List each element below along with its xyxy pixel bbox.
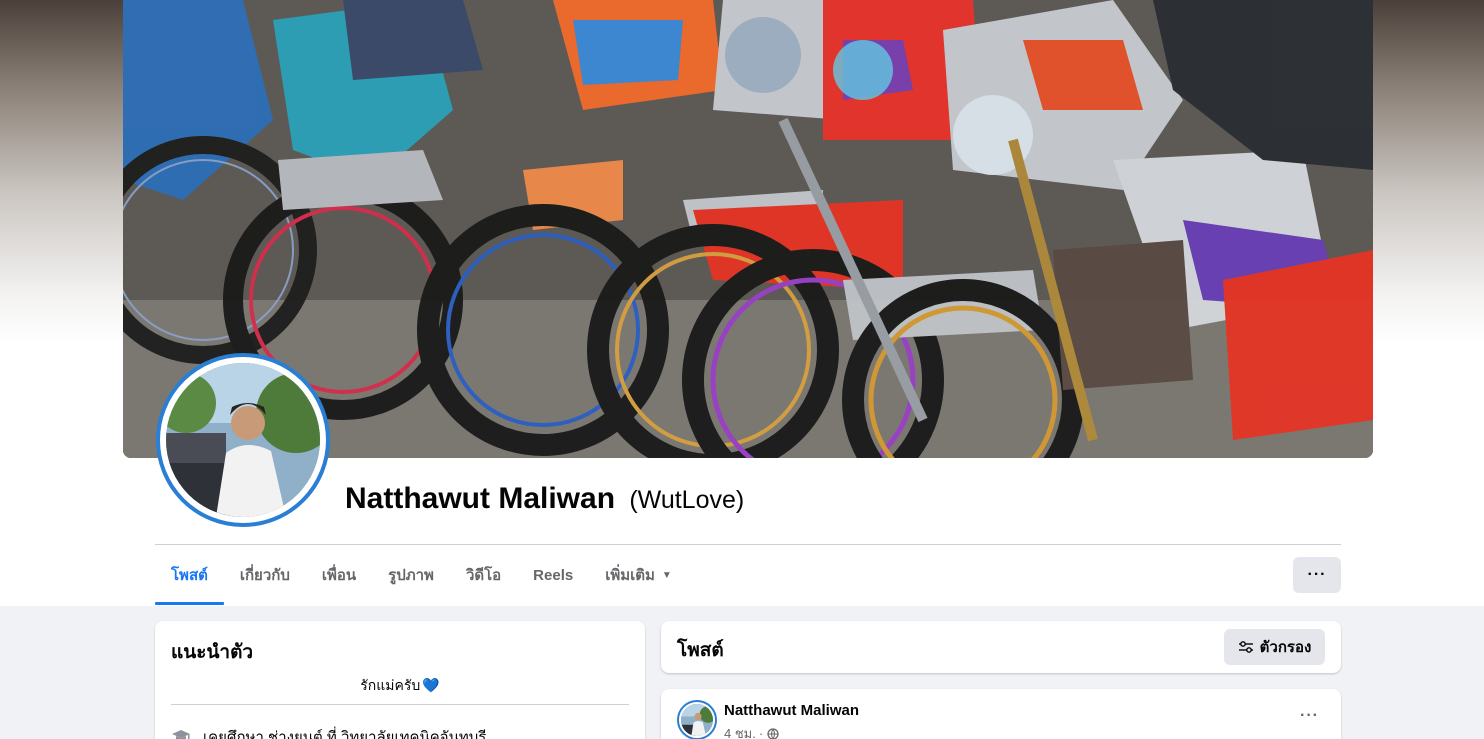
post-author-avatar[interactable] (677, 700, 717, 739)
intro-card: แนะนำตัว รักแม่ครับ 💙 เคยศึกษา ช่างยนต์ ท… (155, 621, 645, 739)
tab-videos[interactable]: วิดีโอ (450, 545, 517, 605)
intro-divider (171, 704, 629, 705)
graduation-cap-icon (172, 730, 190, 739)
profile-alternate-name: (WutLove) (629, 486, 745, 514)
post-meta: 4 ชม. · (724, 723, 779, 739)
meta-separator: · (758, 726, 764, 739)
sliders-icon (1238, 641, 1253, 653)
tab-friends[interactable]: เพื่อน (306, 545, 372, 605)
post-options-button[interactable]: ··· (1300, 707, 1319, 725)
education-text: เคยศึกษา ช่างยนต์ ที่ วิทยาลัยเทคนิคจันท… (203, 729, 487, 739)
tab-photos[interactable]: รูปภาพ (372, 545, 450, 605)
filter-button[interactable]: ตัวกรอง (1224, 629, 1325, 665)
post-timestamp[interactable]: 4 ชม. (724, 723, 756, 739)
tab-posts[interactable]: โพสต์ (155, 545, 224, 605)
posts-title: โพสต์ (677, 640, 724, 661)
avatar-photo (166, 363, 320, 517)
filter-label: ตัวกรอง (1259, 639, 1312, 656)
post-avatar-photo (681, 704, 713, 736)
profile-avatar[interactable] (156, 353, 330, 527)
profile-display-name: Natthawut Maliwan (345, 482, 616, 515)
profile-more-button[interactable]: ··· (1293, 557, 1341, 593)
post-card: Natthawut Maliwan 4 ชม. · ··· (661, 689, 1341, 739)
tab-label: รูปภาพ (388, 567, 434, 584)
intro-title: แนะนำตัว (171, 642, 254, 663)
tab-reels[interactable]: Reels (517, 545, 589, 605)
profile-tabs: โพสต์ เกี่ยวกับ เพื่อน รูปภาพ วิดีโอ Ree… (155, 545, 688, 605)
chevron-down-icon: ▼ (661, 569, 672, 581)
avatar-person-image (166, 363, 320, 517)
tab-about[interactable]: เกี่ยวกับ (224, 545, 306, 605)
tab-label: Reels (533, 566, 574, 584)
tab-label: วิดีโอ (465, 567, 502, 584)
intro-bio: รักแม่ครับ 💙 (155, 675, 645, 697)
tab-label: เพื่อน (321, 567, 357, 584)
profile-name: Natthawut Maliwan (WutLove) (345, 482, 744, 516)
globe-icon (767, 727, 779, 739)
post-avatar-image (681, 704, 713, 736)
intro-education-row: เคยศึกษา ช่างยนต์ ที่ วิทยาลัยเทคนิคจันท… (171, 725, 486, 739)
tab-label: เกี่ยวกับ (239, 567, 290, 584)
profile-header: Natthawut Maliwan (WutLove) โพสต์ เกี่ยว… (0, 0, 1484, 606)
tab-label: เพิ่มเติม (605, 567, 655, 584)
blue-heart-emoji: 💙 (422, 677, 440, 693)
bio-text: รักแม่ครับ (360, 677, 421, 693)
tab-more[interactable]: เพิ่มเติม ▼ (589, 545, 688, 605)
posts-header-card: โพสต์ ตัวกรอง (661, 621, 1341, 673)
tab-label: โพสต์ (171, 567, 208, 584)
post-author-name[interactable]: Natthawut Maliwan (724, 702, 859, 719)
